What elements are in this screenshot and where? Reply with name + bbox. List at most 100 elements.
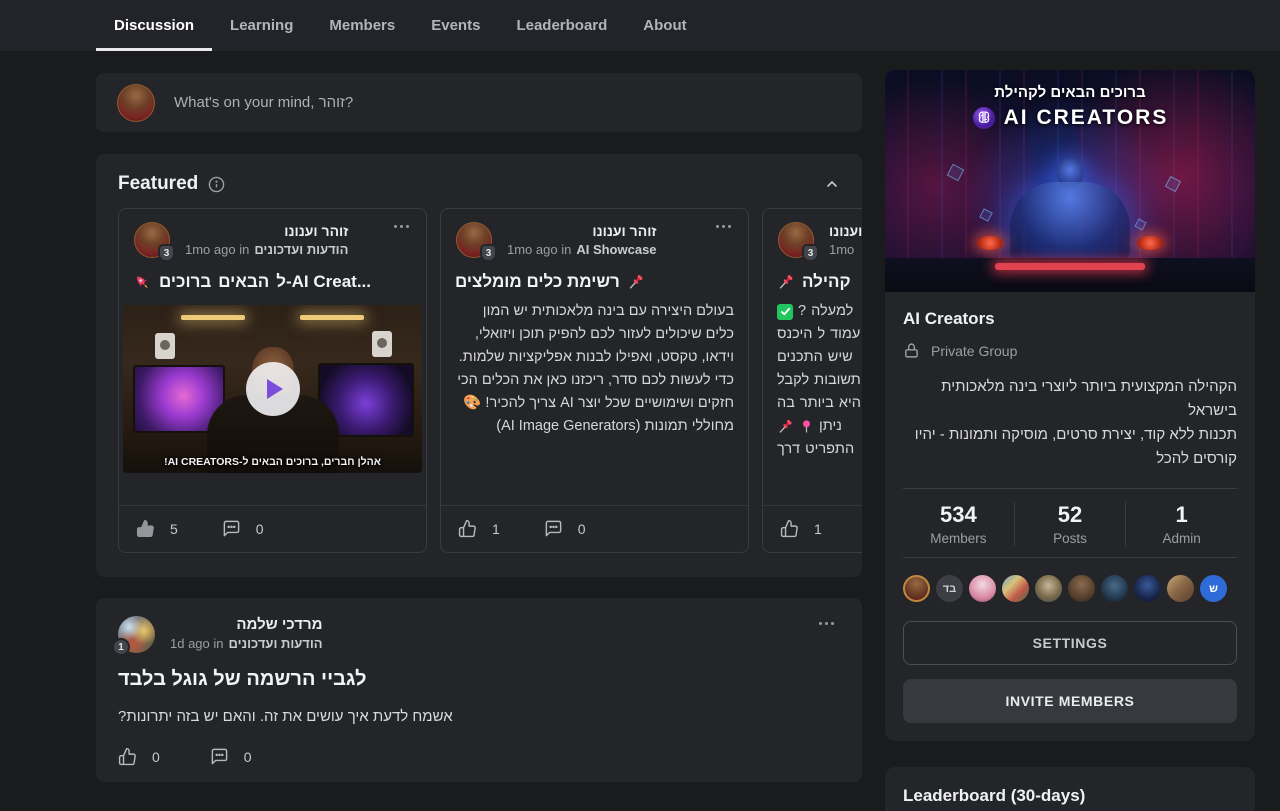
banner-welcome-text: ברוכים הבאים לקהילת xyxy=(885,84,1255,101)
member-avatar[interactable] xyxy=(1134,575,1161,602)
post-composer[interactable]: What's on your mind, זוהר? xyxy=(96,73,862,132)
group-name: AI Creators xyxy=(903,309,1237,329)
rocket-icon xyxy=(133,273,152,292)
info-icon[interactable] xyxy=(208,176,225,193)
avatar[interactable] xyxy=(117,84,155,122)
avatar-wrap: 3 xyxy=(456,222,492,259)
card-footer: 5 0 xyxy=(119,505,426,552)
main-feed: What's on your mind, זוהר? Featured 3 xyxy=(96,73,862,782)
stat-posts[interactable]: 52 Posts xyxy=(1014,502,1126,546)
featured-card[interactable]: 3 זוהר וענונו 1mo ago in AI Showcase רשי… xyxy=(440,208,749,553)
play-icon[interactable] xyxy=(246,362,300,416)
tab-label: Discussion xyxy=(114,17,194,34)
like-count: 1 xyxy=(492,521,500,537)
author-name[interactable]: זוהר וענונו xyxy=(507,222,657,240)
title-token: רשימת כלים מומלצים xyxy=(455,272,620,292)
card-header: 3 זוהר וענונו 1mo xyxy=(763,209,862,259)
chevron-up-icon[interactable] xyxy=(824,176,840,192)
pushpin-icon xyxy=(777,273,795,291)
tab-leaderboard[interactable]: Leaderboard xyxy=(498,0,625,51)
comment-button[interactable]: 0 xyxy=(222,519,264,538)
studio-light xyxy=(181,315,245,320)
lock-icon xyxy=(903,342,920,359)
avatar-wrap: 3 xyxy=(778,222,814,259)
card-title: ברוכים הבאים ל-AI Creat... xyxy=(119,259,426,294)
member-avatar[interactable] xyxy=(1101,575,1128,602)
stat-admins[interactable]: 1 Admin xyxy=(1125,502,1237,546)
round-pin-icon xyxy=(799,419,814,434)
member-avatar[interactable] xyxy=(1167,575,1194,602)
member-avatar[interactable]: בד xyxy=(936,575,963,602)
feed-post[interactable]: 1 מרדכי שלמה 1d ago in הודעות ועדכונים ל… xyxy=(96,598,862,782)
comment-count: 0 xyxy=(256,521,264,537)
card-footer: 1 xyxy=(763,505,862,552)
banner-figure xyxy=(977,236,1003,250)
card-menu-icon[interactable] xyxy=(390,221,413,232)
post-channel[interactable]: הודעות ועדכונים xyxy=(229,634,323,653)
stat-label: Admin xyxy=(1126,531,1237,546)
member-avatar[interactable] xyxy=(1002,575,1029,602)
stat-value: 1 xyxy=(1126,502,1237,528)
banner-figure xyxy=(1137,236,1163,250)
featured-title: Featured xyxy=(118,173,198,195)
stat-label: Posts xyxy=(1015,531,1126,546)
like-count: 1 xyxy=(814,521,822,537)
privacy-label: Private Group xyxy=(931,343,1017,359)
card-body: ?למעלה היכנסלעמוד התכניםשיש לקבלתשובות ב… xyxy=(763,294,862,471)
tab-members[interactable]: Members xyxy=(311,0,413,51)
card-menu-icon[interactable] xyxy=(712,221,735,232)
invite-members-button[interactable]: INVITE MEMBERS xyxy=(903,679,1237,723)
post-channel[interactable]: AI Showcase xyxy=(576,240,656,259)
like-count: 5 xyxy=(170,521,178,537)
description-line: הקהילה המקצועית ביותר ליוצרי בינה מלאכות… xyxy=(903,375,1237,423)
group-banner[interactable]: ברוכים הבאים לקהילת AI CREATORS xyxy=(885,70,1255,292)
post-title: לגביי הרשמה של גוגל בלבד xyxy=(118,668,840,691)
post-menu-icon[interactable] xyxy=(815,618,838,629)
title-token: ל-AI Creat... xyxy=(276,272,371,292)
member-avatar[interactable] xyxy=(969,575,996,602)
description-line: תכנות ללא קוד, יצירת סרטים, מוסיקה ותמונ… xyxy=(903,423,1237,471)
post-meta: 1d ago in הודעות ועדכונים xyxy=(170,634,323,653)
author-block: זוהר וענונו 1mo ago in הודעות ועדכונים xyxy=(185,222,348,259)
member-avatar[interactable]: ש xyxy=(1200,575,1227,602)
author-block: זוהר וענונו 1mo ago in AI Showcase xyxy=(507,222,657,259)
featured-header: Featured xyxy=(96,154,862,208)
settings-button[interactable]: SETTINGS xyxy=(903,621,1237,665)
card-header: 3 זוהר וענונו 1mo ago in AI Showcase xyxy=(441,209,748,259)
comment-button[interactable]: 0 xyxy=(544,519,586,538)
composer-placeholder: What's on your mind, זוהר? xyxy=(174,94,353,111)
author-name[interactable]: זוהר וענונו xyxy=(829,222,862,240)
featured-card[interactable]: 3 זוהר וענונו 1mo ago in הודעות ועדכונים… xyxy=(118,208,427,553)
tab-events[interactable]: Events xyxy=(413,0,498,51)
tab-discussion[interactable]: Discussion xyxy=(96,0,212,51)
like-button[interactable]: 1 xyxy=(780,519,822,538)
tab-learning[interactable]: Learning xyxy=(212,0,311,51)
tab-about[interactable]: About xyxy=(625,0,704,51)
title-token: ברוכים xyxy=(159,272,211,292)
featured-section: Featured 3 זוהר וענונו xyxy=(96,154,862,577)
author-name[interactable]: זוהר וענונו xyxy=(185,222,348,240)
level-badge: 3 xyxy=(802,244,819,262)
member-avatar[interactable] xyxy=(1068,575,1095,602)
members-preview: בד ש xyxy=(903,558,1237,605)
like-button[interactable]: 1 xyxy=(458,519,500,538)
member-avatar[interactable] xyxy=(903,575,930,602)
post-meta: 1mo xyxy=(829,240,862,259)
stat-members[interactable]: 534 Members xyxy=(903,502,1014,546)
post-footer: 0 0 xyxy=(118,747,840,766)
comment-button[interactable]: 0 xyxy=(210,747,252,766)
tab-label: Learning xyxy=(230,17,293,34)
like-button[interactable]: 0 xyxy=(118,747,160,766)
studio-light xyxy=(300,315,364,320)
like-button[interactable]: 5 xyxy=(136,519,178,538)
stat-label: Members xyxy=(903,531,1014,546)
comment-count: 0 xyxy=(578,521,586,537)
green-check-icon xyxy=(777,304,793,320)
tab-label: About xyxy=(643,17,686,34)
video-thumbnail[interactable]: אהלן חברים, ברוכים הבאים ל-AI CREATORS! xyxy=(123,305,422,473)
tab-label: Leaderboard xyxy=(516,17,607,34)
member-avatar[interactable] xyxy=(1035,575,1062,602)
featured-card[interactable]: 3 זוהר וענונו 1mo קהילה ?למעלה היכנסלע xyxy=(762,208,862,553)
author-name[interactable]: מרדכי שלמה xyxy=(170,616,323,634)
post-channel[interactable]: הודעות ועדכונים xyxy=(254,240,348,259)
